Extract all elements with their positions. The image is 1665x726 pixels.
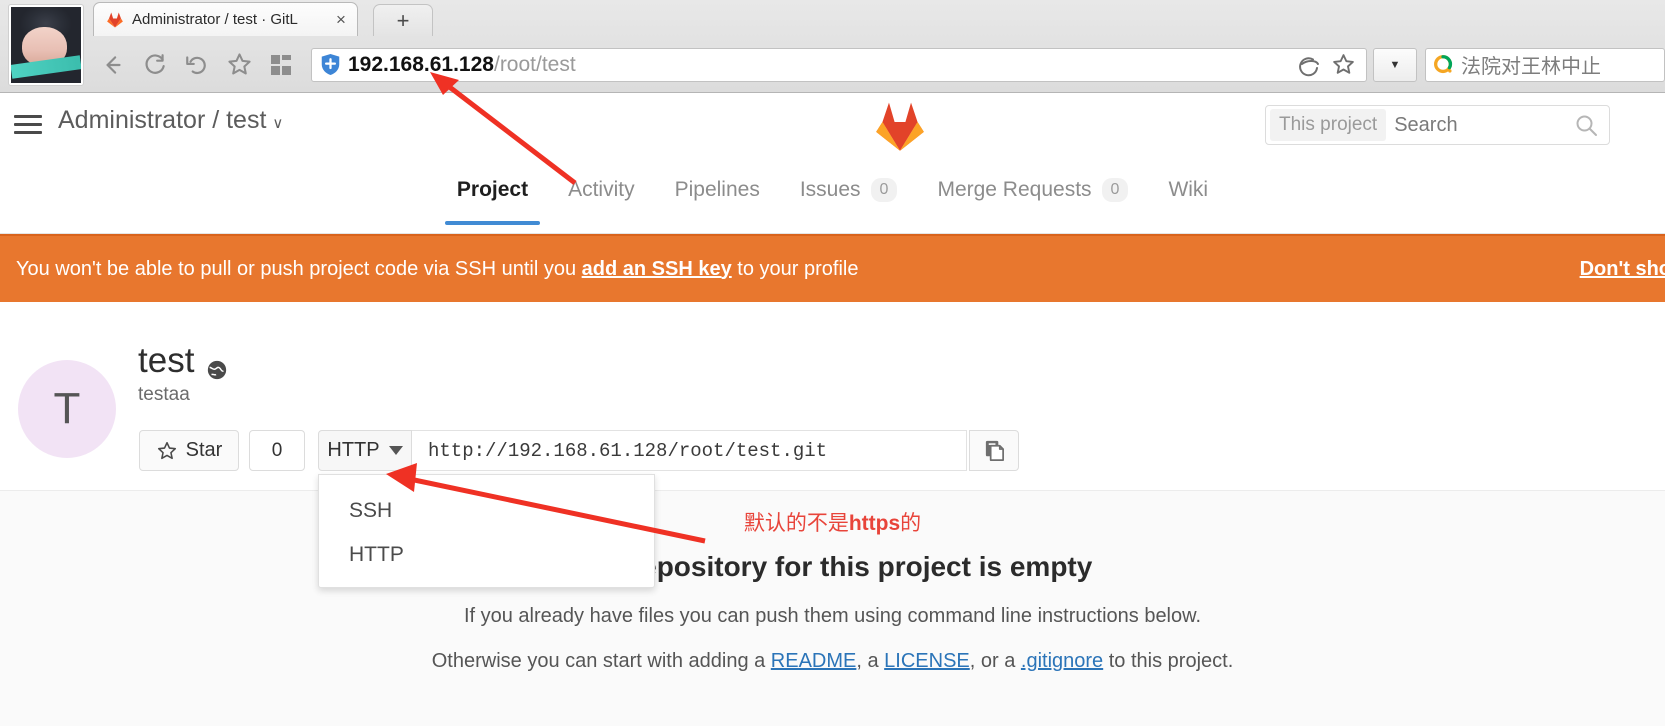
project-search-box[interactable]: This project Search [1265, 105, 1610, 145]
apps-grid-icon[interactable] [261, 45, 301, 85]
tab-wiki[interactable]: Wiki [1148, 158, 1228, 224]
tab-project[interactable]: Project [437, 158, 548, 225]
empty-repo-line2: Otherwise you can start with adding a RE… [0, 650, 1665, 673]
bookmark-star-icon[interactable] [219, 45, 259, 85]
tab-label: Activity [568, 178, 635, 201]
tab-label: Issues [799, 178, 861, 201]
address-bar[interactable]: 192.168.61.128/root/test [311, 47, 1367, 82]
reload-icon[interactable] [135, 45, 175, 85]
tab-label: Merge Requests [937, 178, 1092, 201]
annotation-cn-post: 的 [900, 512, 922, 535]
gitlab-favicon-icon [106, 11, 124, 29]
merge-requests-count-badge: 0 [1101, 178, 1129, 202]
ie-browser-icon[interactable] [1294, 50, 1324, 80]
browser-search-text: 法院对王林中止 [1461, 56, 1601, 78]
user-photo-overlay [8, 4, 84, 86]
search-scope-badge: This project [1270, 109, 1387, 141]
hamburger-bar [14, 122, 42, 126]
browser-tabstrip: Administrator / test · GitL × + [0, 0, 1665, 36]
line2-pre: Otherwise you can start with adding a [431, 650, 771, 672]
tab-label: Wiki [1168, 178, 1209, 201]
protocol-option-ssh[interactable]: SSH [319, 489, 654, 533]
sogou-search-icon [1432, 54, 1454, 76]
toolbar-overflow-button[interactable]: ▼ [1373, 47, 1417, 82]
empty-repository-panel: 默认的不是https的 The repository for this proj… [0, 490, 1665, 726]
chevron-down-icon: ∨ [272, 115, 284, 132]
browser-tab[interactable]: Administrator / test · GitL × [93, 2, 358, 36]
alert-message: You won't be able to pull or push projec… [16, 258, 858, 281]
project-avatar: T [18, 360, 116, 458]
issues-count-badge: 0 [870, 178, 898, 202]
menu-hamburger-icon[interactable] [14, 111, 42, 137]
clone-protocol-dropdown[interactable]: HTTP [318, 430, 412, 471]
star-button[interactable]: Star [139, 430, 239, 471]
alert-prefix: You won't be able to pull or push projec… [16, 257, 582, 280]
copy-clone-url-button[interactable] [969, 430, 1019, 471]
history-back-icon[interactable] [177, 45, 217, 85]
line2-post: to this project. [1103, 650, 1234, 672]
star-button-label: Star [185, 439, 223, 461]
chevron-down-icon [388, 446, 403, 455]
search-icon[interactable] [1573, 112, 1599, 138]
avatar-letter: T [53, 384, 81, 433]
address-bar-url: 192.168.61.128/root/test [348, 53, 576, 77]
tab-label: Pipelines [674, 178, 760, 201]
breadcrumb[interactable]: Administrator / test ∨ [58, 106, 283, 135]
line2-mid1: , a [856, 650, 885, 672]
star-icon [157, 441, 176, 459]
gitignore-link[interactable]: .gitignore [1021, 650, 1103, 672]
tab-merge-requests[interactable]: Merge Requests 0 [917, 158, 1148, 224]
add-ssh-key-link[interactable]: add an SSH key [582, 258, 732, 280]
url-path: /root/test [493, 52, 576, 76]
license-link[interactable]: LICENSE [884, 650, 970, 672]
project-nav-tabs: Project Activity Pipelines Issues 0 Merg… [0, 158, 1665, 234]
annotation-cn-https: https [848, 512, 901, 535]
dismiss-alert-link[interactable]: Don't sho [1580, 258, 1665, 281]
browser-search-box[interactable]: 法院对王林中止 [1425, 47, 1665, 82]
clone-protocol-label: HTTP [327, 439, 380, 461]
protocol-option-http[interactable]: HTTP [319, 533, 654, 577]
globe-icon [206, 350, 228, 380]
tab-label: Project [456, 178, 529, 201]
search-input[interactable]: Search [1394, 114, 1573, 137]
tab-activity[interactable]: Activity [548, 158, 655, 224]
annotation-cn-pre: 默认的不是 [743, 512, 849, 535]
url-host: 192.168.61.128 [348, 52, 494, 76]
tab-pipelines[interactable]: Pipelines [655, 158, 780, 224]
breadcrumb-label: Administrator / test [58, 106, 267, 134]
star-count[interactable]: 0 [249, 430, 305, 471]
gitlab-header: Administrator / test ∨ This project Searc… [0, 93, 1665, 158]
empty-repo-line1: If you already have files you can push t… [463, 605, 1202, 627]
copy-icon [985, 440, 1004, 461]
alert-suffix: to your profile [731, 257, 859, 280]
browser-chrome: Administrator / test · GitL × + 192.168.… [0, 0, 1665, 93]
readme-link[interactable]: README [771, 650, 857, 672]
security-shield-icon [320, 53, 341, 76]
clone-protocol-menu: SSH HTTP [318, 474, 655, 588]
browser-navbar: 192.168.61.128/root/test ▼ 法院对王林中止 [0, 36, 1665, 93]
avatar-image [11, 7, 81, 83]
ssh-key-alert-banner: You won't be able to pull or push projec… [0, 234, 1665, 302]
annotation-text-chinese: 默认的不是https的 [0, 507, 1665, 537]
project-name: test [138, 341, 195, 380]
chevron-down-icon: ▼ [1389, 58, 1401, 71]
close-icon[interactable]: × [331, 10, 351, 30]
clone-url-input[interactable]: http://192.168.61.128/root/test.git [412, 430, 967, 471]
line2-mid2: , or a [969, 650, 1021, 672]
hamburger-bar [14, 130, 42, 134]
page-title: test [138, 341, 228, 381]
browser-tab-title: Administrator / test · GitL [132, 11, 298, 28]
gitlab-logo-icon[interactable] [872, 99, 928, 153]
hamburger-bar [14, 114, 42, 118]
tab-issues[interactable]: Issues 0 [780, 158, 918, 224]
favorite-star-icon[interactable] [1328, 50, 1358, 80]
back-icon[interactable] [93, 45, 133, 85]
new-tab-button[interactable]: + [373, 4, 433, 36]
project-description: testaa [138, 384, 190, 405]
address-bar-actions [1294, 50, 1358, 80]
empty-repo-title: The repository for this project is empty [572, 551, 1093, 582]
